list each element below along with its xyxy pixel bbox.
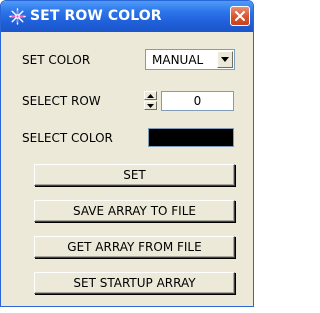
color-swatch[interactable] [148,128,234,147]
window-title: SET ROW COLOR [30,8,162,24]
set-button[interactable]: SET [34,164,235,186]
spin-up-button[interactable] [144,91,157,100]
save-array-to-file-button[interactable]: SAVE ARRAY TO FILE [34,200,235,222]
get-array-from-file-button[interactable]: GET ARRAY FROM FILE [34,236,235,258]
select-row-value: 0 [193,94,202,108]
close-button[interactable] [230,6,250,26]
title-bar[interactable]: SET ROW COLOR [1,1,253,32]
select-row-label: SELECT ROW [22,94,101,108]
select-row-spinner [144,91,157,110]
close-icon [235,11,245,21]
set-color-value: MANUAL [152,53,204,67]
set-color-label: SET COLOR [22,53,91,67]
set-row-color-dialog: SET ROW COLOR SET COLOR MANUAL SELECT RO… [0,0,254,307]
sparkle-icon [9,8,26,25]
spin-down-button[interactable] [144,101,157,110]
chevron-down-icon [221,57,229,62]
select-color-label: SELECT COLOR [22,131,113,145]
dropdown-arrow-button[interactable] [217,51,233,68]
set-startup-array-button[interactable]: SET STARTUP ARRAY [34,272,235,294]
select-row-input[interactable]: 0 [161,91,234,111]
arrow-down-icon [147,104,154,108]
arrow-up-icon [147,94,154,98]
set-color-select[interactable]: MANUAL [145,49,235,70]
